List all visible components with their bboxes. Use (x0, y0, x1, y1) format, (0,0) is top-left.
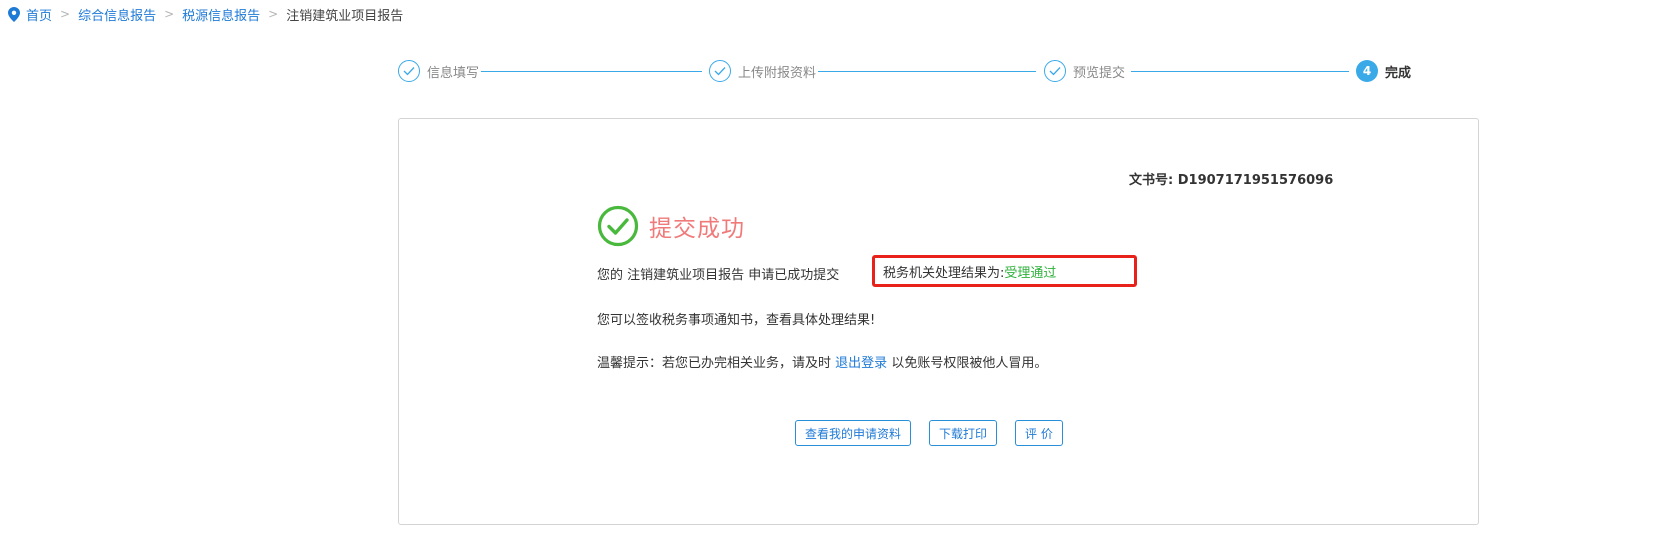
breadcrumb-separator: > (164, 7, 175, 21)
document-number-label: 文书号: (1129, 173, 1174, 188)
processing-result-highlight: 税务机关处理结果为: 受理通过 (872, 255, 1137, 287)
breadcrumb-tax-source-report[interactable]: 税源信息报告 (182, 5, 260, 24)
breadcrumb-current: 注销建筑业项目报告 (286, 8, 404, 24)
step-label: 信息填写 (427, 65, 480, 81)
tip-message: 温馨提示：若您已办完相关业务，请及时 退出登录 以免账号权限被他人冒用。 (597, 352, 1047, 371)
logout-link[interactable]: 退出登录 (835, 356, 887, 371)
tip-prefix: 温馨提示：若您已办完相关业务，请及时 (597, 356, 832, 371)
submission-message: 您的 注销建筑业项目报告 申请已成功提交 (597, 264, 839, 283)
success-title: 提交成功 (649, 216, 745, 242)
document-number-value: D1907171951576096 (1177, 173, 1334, 188)
location-pin-icon (8, 6, 20, 22)
view-application-button[interactable]: 查看我的申请资料 (795, 420, 912, 446)
result-card: 文书号: D1907171951576096 提交成功 您的 注销建筑业项目报告… (398, 118, 1479, 525)
tip-suffix: 以免账号权限被他人冒用。 (891, 356, 1048, 371)
step-upload-attachments: 上传附报资料 (709, 58, 816, 84)
step-complete: 4 完成 (1356, 58, 1411, 84)
breadcrumb-separator: > (60, 7, 71, 21)
step-preview-submit: 预览提交 (1044, 58, 1125, 84)
breadcrumb: 首页 > 综合信息报告 > 税源信息报告 > 注销建筑业项目报告 (8, 5, 404, 24)
action-buttons: 查看我的申请资料 下载打印 评 价 (795, 420, 1081, 446)
processing-result-value: 受理通过 (1004, 265, 1057, 281)
step-label: 上传附报资料 (738, 65, 817, 81)
success-check-icon (597, 205, 639, 247)
notice-message: 您可以签收税务事项通知书，查看具体处理结果! (597, 313, 876, 328)
submission-message-text: 您的 注销建筑业项目报告 申请已成功提交 (597, 268, 840, 283)
check-icon (398, 60, 420, 82)
step-label: 完成 (1385, 65, 1412, 81)
step-connector (818, 71, 1036, 72)
breadcrumb-comprehensive-report[interactable]: 综合信息报告 (78, 5, 156, 24)
rate-button[interactable]: 评 价 (1015, 420, 1063, 446)
processing-result-label: 税务机关处理结果为: (883, 265, 1005, 281)
step-number-badge: 4 (1356, 60, 1378, 82)
breadcrumb-home[interactable]: 首页 (26, 5, 52, 24)
step-connector (481, 71, 702, 72)
step-info-fill: 信息填写 (398, 58, 479, 84)
check-icon (709, 60, 731, 82)
breadcrumb-separator: > (268, 7, 279, 21)
step-connector (1131, 71, 1349, 72)
success-header: 提交成功 (597, 205, 745, 247)
document-number: 文书号: D1907171951576096 (1129, 169, 1333, 188)
step-label: 预览提交 (1073, 65, 1126, 81)
download-print-button[interactable]: 下载打印 (929, 420, 998, 446)
check-icon (1044, 60, 1066, 82)
progress-steps: 信息填写 上传附报资料 预览提交 4 完成 (398, 58, 1478, 84)
